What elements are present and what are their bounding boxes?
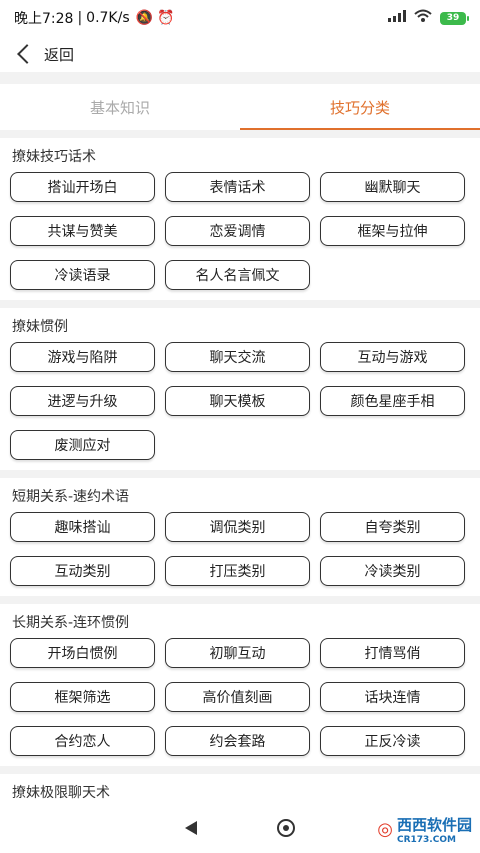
category-chip[interactable]: 表情话术 [165,172,310,202]
category-section: 撩妹技巧话术搭讪开场白 表情话术 幽默聊天共谋与赞美 恋爱调情 框架与拉伸冷读语录 名人名… [0,138,480,300]
back-button[interactable]: 返回 [14,44,74,65]
category-chip[interactable]: 初聊互动 [165,638,310,668]
nav-back-icon[interactable] [185,821,197,835]
category-chip[interactable]: 幽默聊天 [320,172,465,202]
category-section: 长期关系-连环惯例开场白惯例 初聊互动 打情骂俏框架筛选 高价值刻画 话块连情合约恋人约… [0,604,480,766]
category-chip[interactable]: 恋爱调情 [165,216,310,246]
chip-grid: 搭讪开场白 表情话术 幽默聊天共谋与赞美 恋爱调情 框架与拉伸冷读语录 名人名言佩文 [10,172,470,290]
watermark-sub: CR173.COM [396,835,456,845]
section-title: 撩妹技巧话术 [12,149,96,165]
chip-grid: 开场白惯例 初聊互动 打情骂俏框架筛选 高价值刻画 话块连情合约恋人 约会套路 正反冷读 [10,638,470,756]
category-chip[interactable]: 趣味搭讪 [10,512,155,542]
category-section: 撩妹惯例游戏与陷阱 聊天交流 互动与游戏进逻与升级 聊天模板 颜色星座手相废测应对 [0,308,480,470]
back-label: 返回 [44,45,75,64]
network-speed: 0.7K/s [86,10,130,26]
chip-grid: 游戏与陷阱 聊天交流 互动与游戏进逻与升级 聊天模板 颜色星座手相废测应对 [10,342,470,460]
tab-bar: 基本知识 技巧分类 [0,84,480,130]
section-title: 长期关系-连环惯例 [12,615,130,631]
category-chip[interactable]: 约会套路 [165,726,310,756]
category-chip[interactable]: 冷读语录 [10,260,155,290]
category-chip[interactable]: 正反冷读 [320,726,465,756]
mute-icon: 🔕 [135,10,154,26]
wifi-icon [414,9,432,27]
category-chip[interactable]: 聊天交流 [165,342,310,372]
watermark-main: 西西软件园 [396,816,472,834]
category-chip[interactable]: 冷读类别 [320,556,465,586]
signal-icon [388,10,406,26]
category-chip[interactable]: 合约恋人 [10,726,155,756]
section-title: 短期关系-速约术语 [12,489,130,505]
logo-icon: ◎ [377,819,393,840]
category-chip[interactable]: 高价值刻画 [165,682,310,712]
category-chip[interactable]: 互动类别 [10,556,155,586]
category-chip[interactable]: 自夸类别 [320,512,465,542]
category-chip[interactable]: 搭讪开场白 [10,172,155,202]
category-chip[interactable]: 进逻与升级 [10,386,155,416]
category-chip[interactable]: 游戏与陷阱 [10,342,155,372]
category-chip[interactable]: 共谋与赞美 [10,216,155,246]
section-title: 撩妹极限聊天术 [12,785,110,801]
divider [0,72,480,84]
category-list[interactable]: 撩妹技巧话术搭讪开场白 表情话术 幽默聊天共谋与赞美 恋爱调情 框架与拉伸冷读语录 名人名… [0,130,480,805]
category-chip[interactable]: 名人名言佩文 [165,260,310,290]
top-bar: 返回 [0,36,480,72]
category-section: 撩妹极限聊天术 [0,774,480,805]
category-section: 短期关系-速约术语趣味搭讪 调侃类别 自夸类别互动类别 打压类别 冷读类别 [0,478,480,596]
category-chip[interactable]: 颜色星座手相 [320,386,465,416]
tab-basic-knowledge[interactable]: 基本知识 [0,84,240,130]
category-chip[interactable]: 调侃类别 [165,512,310,542]
category-chip[interactable]: 互动与游戏 [320,342,465,372]
category-chip[interactable]: 聊天模板 [165,386,310,416]
chevron-left-icon [17,44,37,64]
category-chip[interactable]: 框架与拉伸 [320,216,465,246]
nav-home-icon[interactable] [277,819,295,837]
status-time: 晚上7:28 [14,11,74,27]
category-chip[interactable]: 开场白惯例 [10,638,155,668]
category-chip[interactable]: 废测应对 [10,430,155,460]
watermark-logo: ◎ 西西软件园 CR173.COM [377,814,472,845]
alarm-icon: ⏰ [157,10,175,26]
category-chip[interactable]: 框架筛选 [10,682,155,712]
section-title: 撩妹惯例 [12,319,68,335]
tab-skill-categories[interactable]: 技巧分类 [240,84,480,130]
category-chip[interactable]: 打情骂俏 [320,638,465,668]
status-bar: 晚上7:28 | 0.7K/s 🔕 ⏰ 39 [0,0,480,36]
chip-grid: 趣味搭讪 调侃类别 自夸类别互动类别 打压类别 冷读类别 [10,512,470,586]
category-chip[interactable]: 话块连情 [320,682,465,712]
battery-icon: 39 [440,11,469,25]
category-chip[interactable]: 打压类别 [165,556,310,586]
